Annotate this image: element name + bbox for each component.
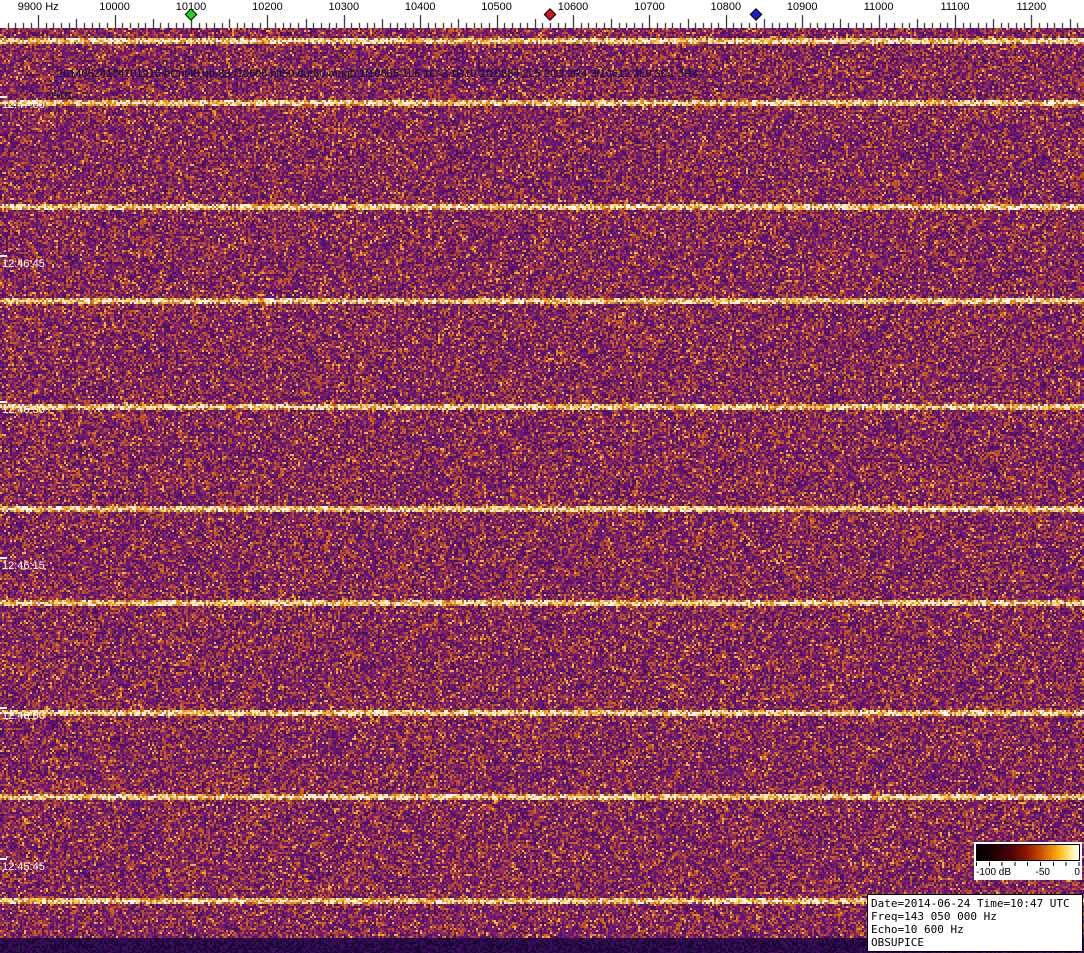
frequency-ruler-ticks <box>0 0 1084 28</box>
colorbar-ticks <box>976 862 1080 866</box>
spectrogram-area[interactable]: 20140624104701916 hCnt48 nb-83 f10606 hi… <box>0 28 1084 953</box>
freq-tick-label: 10900 <box>786 1 818 13</box>
time-tick <box>0 401 7 403</box>
freq-tick-label: 11000 <box>863 1 894 13</box>
freq-tick-label: 11100 <box>940 1 970 13</box>
freq-tick-label: 10500 <box>481 1 512 13</box>
freq-tick-label: 10800 <box>710 1 742 13</box>
time-tick-label: 12:46:30 <box>2 404 45 416</box>
time-tick <box>0 557 7 559</box>
frequency-ruler[interactable]: 9900 Hz 10000 10100 10200 10300 10400 10500 106… <box>0 0 1084 28</box>
freq-tick-label: 11200 <box>1016 1 1047 13</box>
freq-tick-label: 9900 Hz <box>17 1 59 13</box>
detection-info-text: 20140624104701916 hCnt48 nb-83 f10606 hi… <box>57 68 698 80</box>
freq-tick-label: 10200 <box>252 1 283 13</box>
colorbar-gradient <box>976 844 1080 861</box>
time-tick-label: 12:47:00 <box>2 99 45 111</box>
spectrogram-app: 9900 Hz 10000 10100 10200 10300 10400 10500 106… <box>0 0 1084 953</box>
freq-tick-label: 10400 <box>404 1 436 13</box>
freq-tick-label: 10600 <box>557 1 589 13</box>
time-tick-label: 12:45:45 <box>2 861 45 873</box>
time-tick <box>0 255 7 257</box>
time-tick-label: 12:46:45 <box>2 258 45 270</box>
info-date-time: Date=2014-06-24 Time=10:47 UTC <box>871 897 1070 910</box>
time-tick-label: 12:46:00 <box>2 710 45 722</box>
time-tick <box>0 858 7 860</box>
colorbar-max-label: 0 <box>1074 867 1080 878</box>
time-tick <box>0 96 7 98</box>
colorbar-mid-label: -50 <box>1035 867 1050 878</box>
time-tick <box>0 707 7 709</box>
time-tick-label: 12:46:15 <box>2 560 45 572</box>
freq-tick-label: 10300 <box>328 1 360 13</box>
observation-info-box: Date=2014-06-24 Time=10:47 UTC Freq=143 … <box>867 894 1083 952</box>
time-offset-label: ^t+01 <box>46 90 73 102</box>
spectrogram-canvas[interactable] <box>0 28 1084 953</box>
info-frequency: Freq=143 050 000 Hz <box>871 910 997 923</box>
colorbar-legend: -100 dB -50 0 <box>974 842 1082 880</box>
freq-tick-label: 10700 <box>634 1 665 13</box>
colorbar-min-label: -100 dB <box>976 867 1012 878</box>
freq-tick-label: 10000 <box>99 1 130 13</box>
colorbar-labels: -100 dB -50 0 <box>976 867 1080 878</box>
info-echo-frequency: Echo=10 600 Hz <box>871 923 964 936</box>
info-station: OBSUPICE <box>871 936 924 949</box>
